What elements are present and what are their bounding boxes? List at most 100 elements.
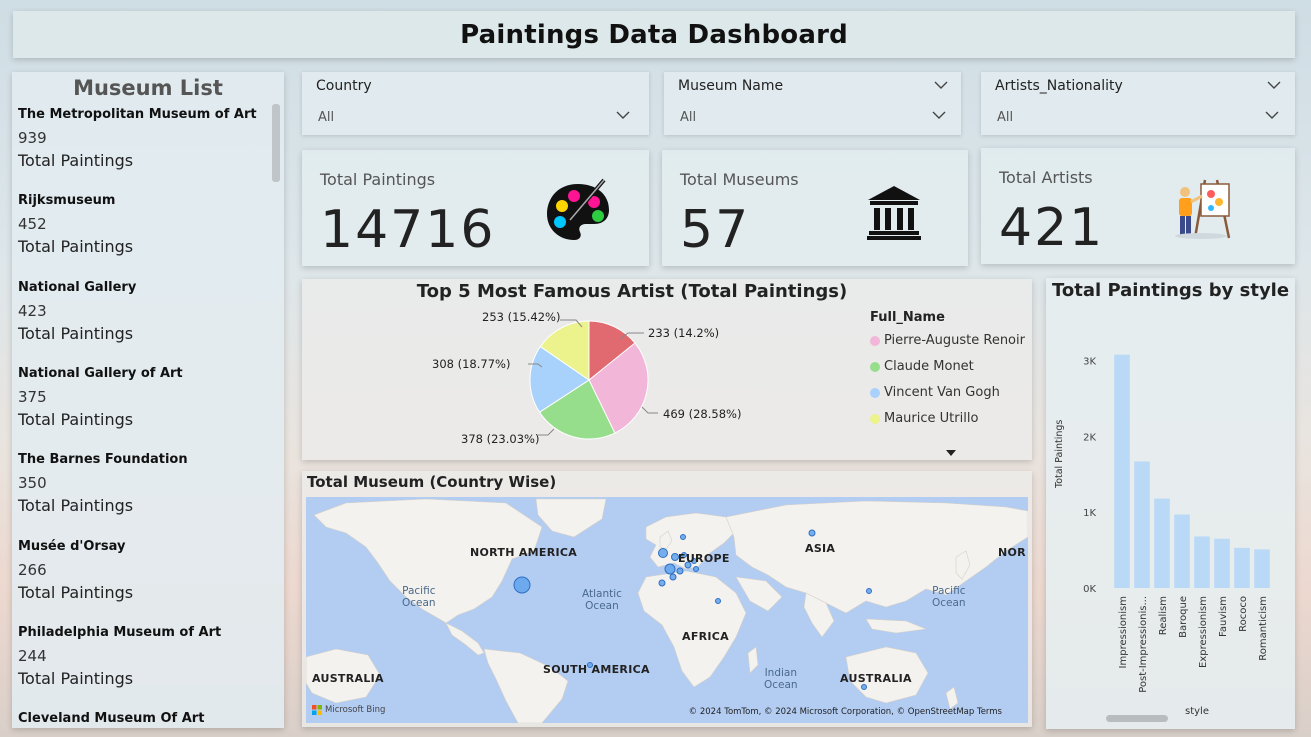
map-label-south-america: SOUTH AMERICA	[543, 663, 650, 676]
world-map[interactable]: NORTH AMERICA EUROPE ASIA NOR AFRICA SOU…	[306, 497, 1028, 723]
museum-painting-count: 452	[18, 215, 47, 234]
bar[interactable]	[1154, 498, 1170, 588]
pie-legend-item[interactable]: Maurice Utrillo	[870, 411, 978, 426]
museum-count-label: Total Paintings	[18, 409, 134, 429]
museum-list-item[interactable]: National Gallery 423 Total Paintings	[18, 277, 136, 345]
museum-name: Rijksmuseum	[18, 193, 116, 209]
legend-dot-icon	[870, 413, 880, 424]
kpi-total-museums: Total Museums 57	[662, 150, 968, 266]
x-tick-label: Impressionism	[1118, 596, 1129, 668]
museum-name: National Gallery	[18, 279, 137, 295]
museum-count-label: Total Paintings	[18, 151, 134, 170]
pie-label-top-right: 233 (14.2%)	[648, 326, 720, 340]
map-label-europe: EUROPE	[678, 552, 730, 565]
country-slicer-title: Country	[316, 78, 372, 94]
museum-count-label: Total Paintings	[18, 323, 134, 343]
chevron-down-icon[interactable]	[1265, 110, 1279, 120]
museum-count-label: Total Paintings	[18, 668, 134, 688]
museum-name: The Metropolitan Museum of Art	[18, 107, 257, 122]
map-label-africa: AFRICA	[682, 630, 729, 643]
pie-leader-line	[538, 428, 555, 436]
bar[interactable]	[1174, 514, 1190, 588]
pie-legend-item[interactable]: Vincent Van Gogh	[870, 385, 1000, 400]
kpi-total-paintings-label: Total Paintings	[320, 170, 436, 189]
artists-nationality-slicer-title: Artists_Nationality	[995, 78, 1123, 94]
kpi-total-paintings: Total Paintings 14716	[302, 150, 649, 266]
museum-painting-count: 244	[18, 646, 47, 665]
chevron-down-icon[interactable]	[616, 110, 630, 120]
museum-list-panel[interactable]: Museum List The Metropolitan Museum of A…	[12, 72, 284, 728]
x-tick-label: Rococo	[1238, 596, 1249, 632]
map-bubbles	[513, 529, 872, 690]
museum-list-item[interactable]: Cleveland Museum Of Art	[18, 708, 204, 728]
legend-dot-icon	[870, 387, 880, 398]
bar[interactable]	[1194, 536, 1210, 588]
legend-dot-icon	[870, 361, 880, 372]
pie-legend-label: Claude Monet	[884, 359, 974, 374]
microsoft-logo-icon	[312, 705, 322, 715]
chevron-down-icon[interactable]	[934, 80, 948, 90]
bing-logo: Microsoft Bing	[312, 705, 385, 715]
map-label-pacific-ocean-left: Pacific Ocean	[402, 585, 436, 609]
map-label-pacific-ocean-right: Pacific Ocean	[932, 585, 966, 609]
title-bar: Paintings Data Dashboard	[13, 11, 1295, 58]
bar-chart-scrollbar[interactable]	[1106, 715, 1168, 722]
bar[interactable]	[1134, 461, 1150, 588]
museum-name: Cleveland Museum Of Art	[18, 711, 205, 727]
museum-list-item[interactable]: The Metropolitan Museum of Art 939 Total P…	[18, 104, 257, 172]
museum-name-slicer-value[interactable]: All	[680, 110, 696, 125]
pie-label-bottom: 378 (23.03%)	[461, 432, 540, 446]
map-label-atlantic-ocean: Atlantic Ocean	[582, 588, 622, 612]
kpi-total-paintings-value: 14716	[320, 200, 496, 260]
y-tick-label: 2K	[1083, 432, 1096, 443]
chevron-down-icon[interactable]	[1267, 80, 1281, 90]
country-slicer-value[interactable]: All	[318, 110, 334, 125]
artists-nationality-slicer[interactable]: Artists_Nationality All	[981, 72, 1295, 135]
map-label-north-america: NORTH AMERICA	[470, 546, 578, 559]
museum-painting-count: 266	[18, 560, 47, 579]
artists-nationality-slicer-value[interactable]: All	[997, 110, 1013, 125]
country-slicer[interactable]: Country All	[302, 72, 649, 135]
map-title: Total Museum (Country Wise)	[307, 473, 557, 491]
y-tick-label: 0K	[1083, 584, 1096, 595]
map-label-north-america-right: NOR	[998, 546, 1026, 559]
map-label-australia-right: AUSTRALIA	[840, 672, 912, 685]
y-axis-label: Total Paintings	[1054, 420, 1065, 489]
legend-scroll-down-icon[interactable]	[945, 442, 957, 461]
museum-list-item[interactable]: Rijksmuseum 452 Total Paintings	[18, 190, 133, 258]
bar[interactable]	[1234, 547, 1250, 588]
kpi-total-artists: Total Artists 421	[981, 148, 1295, 264]
museum-count-label: Total Paintings	[18, 237, 134, 257]
museum-list-item[interactable]: Philadelphia Museum of Art 244 Total Paint…	[18, 622, 221, 690]
pie-legend-label: Vincent Van Gogh	[884, 385, 1000, 400]
map-credit[interactable]: © 2024 TomTom, © 2024 Microsoft Corporat…	[689, 707, 1002, 717]
map-label-asia: ASIA	[805, 542, 836, 555]
museum-list-item[interactable]: The Barnes Foundation 350 Total Paintings	[18, 449, 188, 517]
y-tick-label: 3K	[1083, 357, 1096, 368]
y-tick-label: 1K	[1083, 508, 1096, 519]
museum-painting-count: 375	[18, 387, 47, 406]
museum-list-scrollbar[interactable]	[272, 104, 280, 182]
bar-chart: 0K 1K 2K 3K Total Paintings Impressionism Post…	[1054, 354, 1270, 717]
pie-legend-item[interactable]: Claude Monet	[870, 359, 974, 374]
kpi-total-artists-value: 421	[999, 198, 1105, 258]
pie-legend-item[interactable]: Pierre-Auguste Renoir	[870, 333, 1025, 348]
museum-name-slicer[interactable]: Museum Name All	[664, 72, 961, 135]
bar[interactable]	[1214, 538, 1230, 588]
museum-name: Musée d'Orsay	[18, 538, 126, 554]
museum-list-item[interactable]: Musée d'Orsay 266 Total Paintings	[18, 536, 133, 604]
bar[interactable]	[1254, 549, 1270, 588]
museum-count-label: Total Paintings	[18, 582, 134, 602]
museum-list-item[interactable]: National Gallery of Art 375 Total Painting…	[18, 363, 183, 431]
painter-easel-icon	[1171, 174, 1237, 246]
bar[interactable]	[1114, 354, 1130, 588]
pie-legend-label: Maurice Utrillo	[884, 411, 979, 426]
chevron-down-icon[interactable]	[932, 110, 946, 120]
x-axis-label: style	[1185, 706, 1209, 717]
pie-label-left: 308 (18.77%)	[432, 357, 511, 371]
kpi-total-museums-label: Total Museums	[680, 170, 799, 189]
museum-painting-count: 350	[18, 474, 47, 493]
museum-name: The Barnes Foundation	[18, 452, 188, 468]
x-tick-label: Expressionism	[1198, 596, 1209, 668]
x-tick-label: Realism	[1158, 596, 1169, 635]
